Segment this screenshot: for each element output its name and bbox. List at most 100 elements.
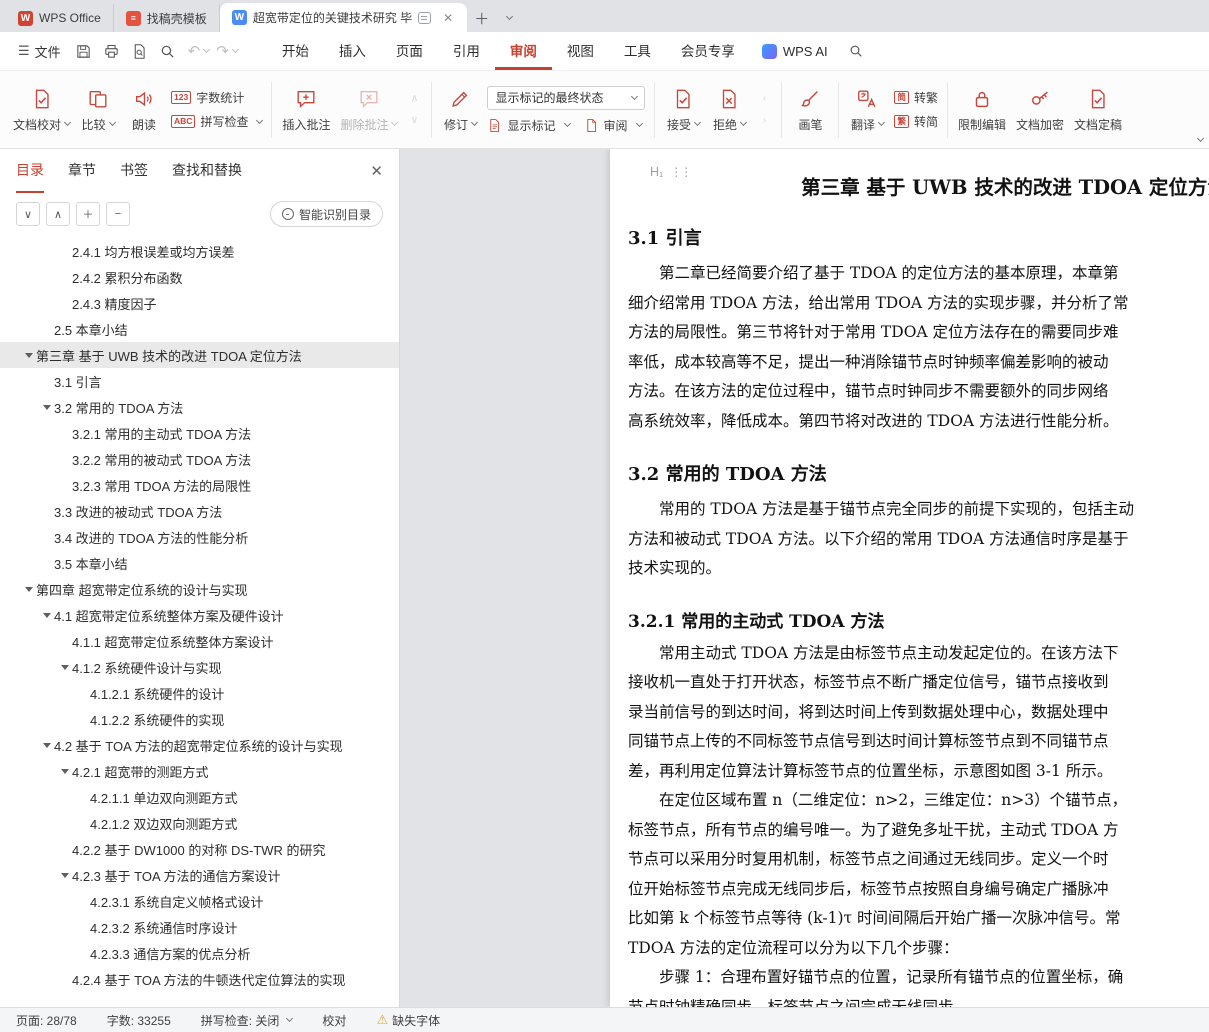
toc-item[interactable]: 2.4.3 精度因子 — [0, 290, 399, 316]
spell-check-button[interactable]: ABC 拼写检查 — [171, 113, 264, 130]
simplified-to-traditional-button[interactable]: 简 转繁 — [894, 89, 938, 106]
toc-item[interactable]: 4.1.2.2 系统硬件的实现 — [0, 706, 399, 732]
page-indicator[interactable]: 页面: 28/78 — [16, 1012, 77, 1029]
word-count-indicator[interactable]: 字数: 33255 — [107, 1012, 171, 1029]
toc-previous-heading-button[interactable]: ∧ — [46, 202, 70, 226]
menu-tab-member[interactable]: 会员专享 — [666, 32, 750, 70]
toc-item[interactable]: 3.3 改进的被动式 TDOA 方法 — [0, 498, 399, 524]
tab-template[interactable]: ≡ 找稿壳模板 — [114, 4, 220, 32]
toc-item[interactable]: 3.2 常用的 TDOA 方法 — [0, 394, 399, 420]
pen-button[interactable]: 画笔 — [787, 78, 833, 142]
toc-expand-icon[interactable] — [58, 665, 72, 670]
menu-tab-reference[interactable]: 引用 — [438, 32, 495, 70]
toc-expand-all-button[interactable]: ＋ — [76, 202, 100, 226]
markup-state-dropdown[interactable]: 显示标记的最终状态 — [487, 85, 646, 110]
toc-item[interactable]: 4.1.2 系统硬件设计与实现 — [0, 654, 399, 680]
toc-item[interactable]: 3.2.1 常用的主动式 TDOA 方法 — [0, 420, 399, 446]
toc-item[interactable]: 4.2.3.2 系统通信时序设计 — [0, 914, 399, 940]
panel-tab-find-replace[interactable]: 查找和替换 — [172, 149, 242, 193]
toc-item[interactable]: 4.2 基于 TOA 方法的超宽带定位系统的设计与实现 — [0, 732, 399, 758]
missing-font-warning[interactable]: ⚠ 缺失字体 — [376, 1012, 440, 1029]
toc-item[interactable]: 3.1 引言 — [0, 368, 399, 394]
toc-item[interactable]: 第三章 基于 UWB 技术的改进 TDOA 定位方法 — [0, 342, 399, 368]
toc-expand-icon[interactable] — [22, 353, 36, 358]
panel-tab-sections[interactable]: 章节 — [68, 149, 96, 193]
panel-tab-contents[interactable]: 目录 — [16, 149, 44, 193]
track-changes-button[interactable]: 修订 — [437, 78, 483, 142]
tab-list-button[interactable] — [496, 4, 519, 32]
document-page[interactable]: H₁ ⋮⋮ 第三章 基于 UWB 技术的改进 TDOA 定位方法 3.1 引言第… — [610, 149, 1209, 1007]
tab-current-document[interactable]: W 超宽带定位的关键技术研究 毕 ✕ — [219, 3, 468, 32]
toc-expand-icon[interactable] — [40, 743, 54, 748]
close-panel-icon[interactable]: ✕ — [370, 149, 383, 193]
toc-item[interactable]: 3.4 改进的 TDOA 方法的性能分析 — [0, 524, 399, 550]
toc-item[interactable]: 2.5 本章小结 — [0, 316, 399, 342]
previous-change-button[interactable]: ‹ — [755, 90, 773, 108]
menu-tab-page[interactable]: 页面 — [381, 32, 438, 70]
menu-tab-review[interactable]: 审阅 — [494, 32, 552, 70]
toc-item[interactable]: 4.2.3 基于 TOA 方法的通信方案设计 — [0, 862, 399, 888]
translate-button[interactable]: 翻译 — [844, 78, 890, 142]
menu-tab-insert[interactable]: 插入 — [324, 32, 381, 70]
drag-handle-icon[interactable]: ⋮⋮ — [670, 165, 692, 179]
toc-expand-icon[interactable] — [40, 405, 54, 410]
review-pane-button[interactable]: 审阅 — [584, 117, 643, 134]
find-button[interactable] — [155, 38, 181, 64]
menu-tab-view[interactable]: 视图 — [552, 32, 609, 70]
toc-expand-icon[interactable] — [58, 873, 72, 878]
toc-collapse-all-button[interactable]: − — [106, 202, 130, 226]
spell-check-indicator[interactable]: 拼写检查: 关闭 — [201, 1012, 294, 1029]
toc-item[interactable]: 4.2.1 超宽带的测距方式 — [0, 758, 399, 784]
reject-button[interactable]: 拒绝 — [706, 78, 752, 142]
word-count-button[interactable]: 123 字数统计 — [171, 89, 262, 106]
delete-comment-button[interactable]: 删除批注 — [335, 78, 402, 142]
toc-expand-icon[interactable] — [22, 587, 36, 592]
accept-button[interactable]: 接受 — [660, 78, 706, 142]
restrict-editing-button[interactable]: 限制编辑 — [953, 78, 1011, 142]
menu-tab-tools[interactable]: 工具 — [609, 32, 666, 70]
toc-item[interactable]: 2.4.2 累积分布函数 — [0, 264, 399, 290]
compare-button[interactable]: 比较 — [75, 78, 121, 142]
heading-level-marker[interactable]: H₁ ⋮⋮ — [650, 165, 692, 179]
toc-item[interactable]: 4.2.4 基于 TOA 方法的牛顿迭代定位算法的实现 — [0, 966, 399, 992]
finalize-document-button[interactable]: 文档定稿 — [1069, 78, 1127, 142]
previous-comment-button[interactable]: ∧ — [405, 90, 423, 108]
read-aloud-button[interactable]: 朗读 — [121, 78, 167, 142]
toc-item[interactable]: 4.1.1 超宽带定位系统整体方案设计 — [0, 628, 399, 654]
next-change-button[interactable]: › — [755, 112, 773, 130]
redo-button[interactable]: ↷ — [213, 42, 241, 60]
search-button[interactable] — [840, 32, 872, 70]
save-button[interactable] — [71, 38, 97, 64]
proofing-indicator[interactable]: 校对 — [322, 1012, 346, 1029]
new-tab-button[interactable]: ＋ — [467, 4, 496, 32]
toc-expand-icon[interactable] — [58, 769, 72, 774]
undo-button[interactable]: ↶ — [185, 42, 213, 60]
toc-next-heading-button[interactable]: ∨ — [16, 202, 40, 226]
show-markup-button[interactable]: 显示标记 — [487, 117, 571, 134]
next-comment-button[interactable]: ∨ — [405, 112, 423, 130]
insert-comment-button[interactable]: 插入批注 — [277, 78, 335, 142]
smart-toc-button[interactable]: 智能识别目录 — [269, 201, 383, 227]
close-tab-icon[interactable]: ✕ — [441, 11, 455, 25]
tab-wps-office[interactable]: W WPS Office — [6, 4, 114, 32]
toc-item[interactable]: 3.2.2 常用的被动式 TDOA 方法 — [0, 446, 399, 472]
doc-proof-button[interactable]: 文档校对 — [8, 78, 75, 142]
toc-expand-icon[interactable] — [40, 613, 54, 618]
toc-item[interactable]: 4.1.2.1 系统硬件的设计 — [0, 680, 399, 706]
toc-item[interactable]: 4.2.3.1 系统自定义帧格式设计 — [0, 888, 399, 914]
toc-item[interactable]: 2.4.1 均方根误差或均方误差 — [0, 238, 399, 264]
toc-item[interactable]: 第四章 超宽带定位系统的设计与实现 — [0, 576, 399, 602]
collapse-ribbon-button[interactable] — [1194, 129, 1205, 144]
toc-item[interactable]: 4.2.1.2 双边双向测距方式 — [0, 810, 399, 836]
print-preview-button[interactable] — [127, 38, 153, 64]
panel-tab-bookmarks[interactable]: 书签 — [120, 149, 148, 193]
toc-item[interactable]: 4.2.1.1 单边双向测距方式 — [0, 784, 399, 810]
toc-item[interactable]: 4.1 超宽带定位系统整体方案及硬件设计 — [0, 602, 399, 628]
file-menu-button[interactable]: ☰ 文件 — [10, 32, 69, 70]
toc-item[interactable]: 3.5 本章小结 — [0, 550, 399, 576]
print-button[interactable] — [99, 38, 125, 64]
wps-ai-button[interactable]: WPS AI — [750, 32, 840, 70]
toc-item[interactable]: 3.2.3 常用 TDOA 方法的局限性 — [0, 472, 399, 498]
toc-item[interactable]: 4.2.2 基于 DW1000 的对称 DS-TWR 的研究 — [0, 836, 399, 862]
encrypt-document-button[interactable]: 文档加密 — [1011, 78, 1069, 142]
